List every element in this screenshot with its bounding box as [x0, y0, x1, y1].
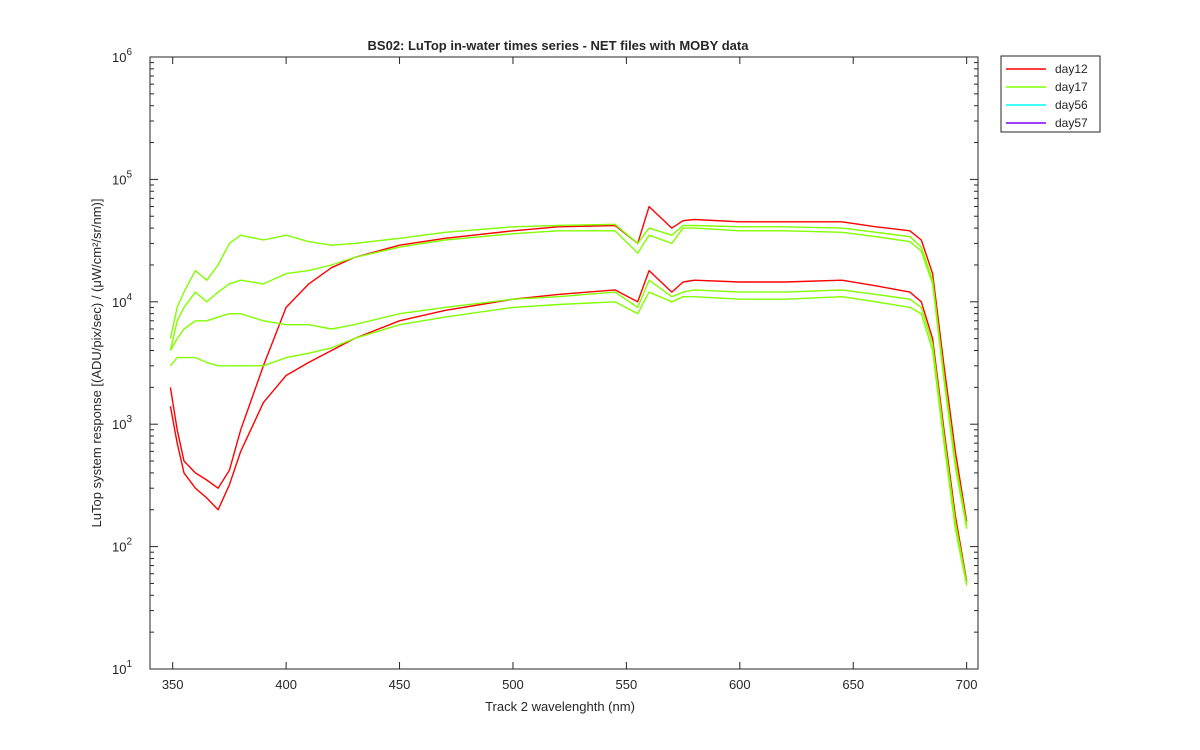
y-tick-exponent: 5 — [126, 169, 132, 180]
legend-label: day56 — [1055, 98, 1088, 112]
y-tick-base: 10 — [112, 50, 126, 65]
x-tick-label: 400 — [275, 677, 297, 692]
x-tick-label: 700 — [956, 677, 978, 692]
x-tick-label: 600 — [729, 677, 751, 692]
chart-title: BS02: LuTop in-water times series - NET … — [368, 38, 750, 53]
y-tick-base: 10 — [112, 662, 126, 677]
y-tick-base: 10 — [112, 295, 126, 310]
x-tick-label: 500 — [502, 677, 524, 692]
y-tick-base: 10 — [112, 172, 126, 187]
y-tick-exponent: 1 — [126, 659, 132, 670]
y-tick-base: 10 — [112, 417, 126, 432]
y-axis-label: LuTop system response [(ADU/pix/sec) / (… — [89, 199, 104, 528]
x-axis-label: Track 2 wavelenghth (nm) — [485, 699, 635, 714]
y-tick-exponent: 6 — [126, 47, 132, 58]
x-tick-label: 550 — [616, 677, 638, 692]
x-tick-label: 650 — [842, 677, 864, 692]
x-tick-label: 350 — [162, 677, 184, 692]
legend-label: day17 — [1055, 80, 1088, 94]
axes-box — [150, 57, 978, 669]
legend-label: day12 — [1055, 62, 1088, 76]
legend: day12 day17 day56 day57 — [1000, 55, 1101, 133]
y-tick-exponent: 2 — [126, 537, 132, 548]
legend-label: day57 — [1055, 116, 1088, 130]
x-tick-label: 450 — [389, 677, 411, 692]
y-tick-base: 10 — [112, 540, 126, 555]
y-tick-exponent: 3 — [126, 414, 132, 425]
y-tick-exponent: 4 — [126, 292, 132, 303]
chart: BS02: LuTop in-water times series - NET … — [0, 0, 1200, 750]
plot-area: 350 400 450 500 550 600 650 700 101102103104105… — [112, 47, 979, 692]
